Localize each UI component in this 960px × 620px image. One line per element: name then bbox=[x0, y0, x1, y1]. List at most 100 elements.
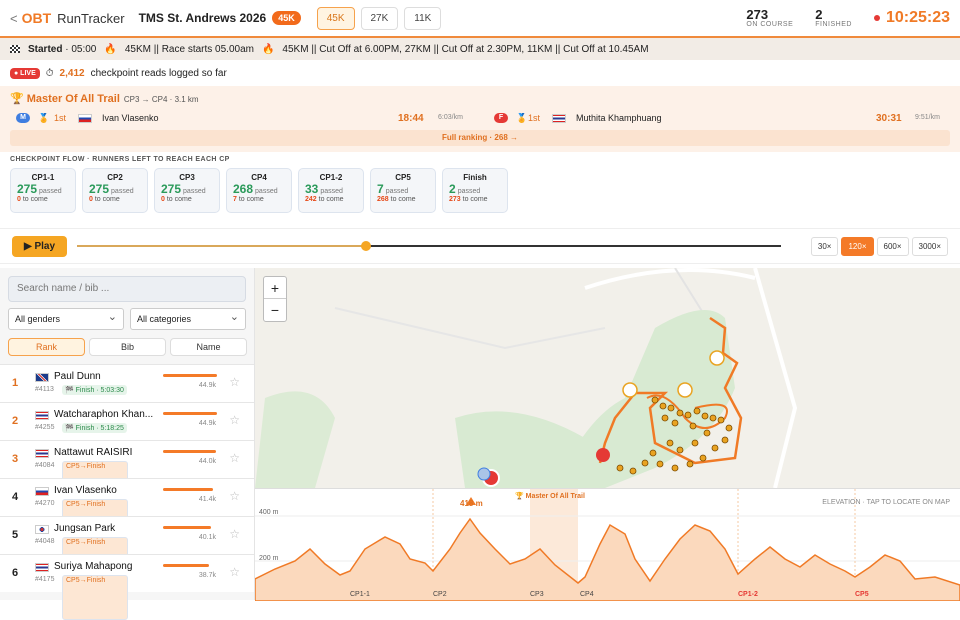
speed-30x[interactable]: 30× bbox=[810, 236, 839, 256]
checkpoint-name: CP1-2 bbox=[319, 173, 343, 182]
checkpoint-name: CP2 bbox=[107, 173, 123, 182]
elevation-profile[interactable]: ELEVATION · TAP TO LOCATE ON MAP 400 m 2… bbox=[255, 488, 960, 601]
flag-icon bbox=[35, 487, 49, 496]
event-title: TMS St. Andrews 2026 bbox=[138, 11, 267, 25]
speed-600x[interactable]: 600× bbox=[876, 236, 909, 256]
male-leader-pace: 6:03/km bbox=[438, 114, 463, 121]
search-input[interactable]: Search name / bib ... bbox=[8, 276, 246, 302]
runner-distance: 44.9k bbox=[198, 382, 216, 389]
reads-count: 2,412 bbox=[59, 67, 85, 79]
favorite-star-icon[interactable]: ☆ bbox=[229, 413, 240, 427]
checkpoint-card[interactable]: CP5 7 passed 268 to come bbox=[370, 168, 436, 213]
tab-11k[interactable]: 11K bbox=[404, 6, 442, 30]
master-segment: CP3 → CP4 · 3.1 km bbox=[123, 95, 199, 104]
runner-bib: #4084 bbox=[35, 462, 55, 469]
sort-bib-button[interactable]: Bib bbox=[89, 338, 166, 356]
favorite-star-icon[interactable]: ☆ bbox=[229, 451, 240, 465]
runner-distance: 38.7k bbox=[198, 572, 216, 579]
runner-name: Jungsan Park bbox=[54, 523, 116, 534]
play-button[interactable]: ▶ Play bbox=[12, 235, 68, 257]
runner-status-tag: 🏁 Finish · 5:03:30 bbox=[62, 385, 127, 395]
runner-name: Watcharaphon Khan... bbox=[54, 409, 154, 420]
runner-progress-bar bbox=[163, 488, 213, 491]
live-dot-icon bbox=[873, 15, 880, 21]
checkpoint-flow-title: CHECKPOINT FLOW · RUNNERS LEFT TO REACH … bbox=[10, 156, 230, 163]
elevation-hint: ELEVATION · TAP TO LOCATE ON MAP bbox=[822, 499, 950, 506]
checkpoint-card[interactable]: CP2 275 passed 0 to come bbox=[82, 168, 148, 213]
female-leader-name: Muthita Khamphuang bbox=[576, 113, 662, 123]
runner-distance: 41.4k bbox=[198, 496, 216, 503]
speed-3000x[interactable]: 3000× bbox=[911, 236, 948, 256]
master-title: Master Of All Trail bbox=[26, 93, 120, 105]
favorite-star-icon[interactable]: ☆ bbox=[229, 565, 240, 579]
zoom-in-button[interactable]: + bbox=[264, 277, 286, 299]
event-distance-badge: 45K bbox=[272, 11, 301, 25]
top-bar: < O BT RunTracker TMS St. Andrews 2026 45… bbox=[0, 0, 960, 38]
cp-label-cp1-2: CP1-2 bbox=[738, 591, 758, 598]
runner-row[interactable]: 6 Suriya Mahapong #4175 CP5→Finish 38.7k… bbox=[0, 554, 254, 620]
runner-row[interactable]: 1 Paul Dunn #4113 🏁 Finish · 5:03:30 44.… bbox=[0, 364, 254, 402]
trophy-icon: 🏆 bbox=[10, 93, 24, 105]
medal-icon: 🏅 bbox=[516, 112, 528, 123]
sort-rank-button[interactable]: Rank bbox=[8, 338, 85, 356]
favorite-star-icon[interactable]: ☆ bbox=[229, 527, 240, 541]
cp-label-cp5: CP5 bbox=[855, 591, 869, 598]
runner-row[interactable]: 5 Jungsan Park #4048 CP5→Finish 40.1k ☆ bbox=[0, 516, 254, 582]
category-select[interactable]: All categories bbox=[130, 308, 246, 330]
runner-row[interactable]: 4 Ivan Vlasenko #4270 CP5→Finish 41.4k ☆ bbox=[0, 478, 254, 544]
female-leader-pace: 9:51/km bbox=[915, 114, 940, 121]
gender-select[interactable]: All genders bbox=[8, 308, 124, 330]
cp-label-cp4: CP4 bbox=[580, 591, 594, 598]
favorite-star-icon[interactable]: ☆ bbox=[229, 489, 240, 503]
master-segment-label: 🏆 Master Of All Trail bbox=[515, 493, 585, 500]
checkpoint-to-come: 242 to come bbox=[305, 196, 344, 203]
runner-row[interactable]: 3 Nattawut RAISIRI #4084 CP5→Finish 44.0… bbox=[0, 440, 254, 506]
on-course-stat: 273 ON COURSE bbox=[746, 7, 794, 28]
checkpoint-name: CP4 bbox=[251, 173, 267, 182]
checkpoint-card[interactable]: CP3 275 passed 0 to come bbox=[154, 168, 220, 213]
full-ranking-link[interactable]: Full ranking · 268 → bbox=[10, 130, 950, 146]
favorite-star-icon[interactable]: ☆ bbox=[229, 375, 240, 389]
runner-distance: 44.0k bbox=[198, 458, 216, 465]
checkpoint-flow: CHECKPOINT FLOW · RUNNERS LEFT TO REACH … bbox=[0, 152, 960, 228]
runner-status-tag: 🏁 Finish · 5:18:25 bbox=[62, 423, 127, 433]
flag-icon bbox=[552, 113, 566, 123]
playback-bar: ▶ Play 30× 120× 600× 3000× bbox=[0, 228, 960, 264]
checkpoint-passed: 33 passed bbox=[305, 182, 343, 196]
live-badge: ● LIVE bbox=[10, 67, 40, 79]
checkpoint-to-come: 268 to come bbox=[377, 196, 416, 203]
tab-27k[interactable]: 27K bbox=[360, 6, 399, 30]
flag-icon bbox=[78, 113, 92, 123]
runner-name: Suriya Mahapong bbox=[54, 561, 133, 572]
runner-list-panel: Search name / bib ... All genders All ca… bbox=[0, 268, 255, 620]
checkpoint-passed: 275 passed bbox=[17, 182, 62, 196]
runner-rank: 4 bbox=[12, 491, 19, 503]
fire-icon: 🔥 bbox=[261, 43, 275, 55]
flag-icon bbox=[35, 449, 49, 458]
runner-row[interactable]: 2 Watcharaphon Khan... #4255 🏁 Finish · … bbox=[0, 402, 254, 440]
timeline-slider[interactable] bbox=[77, 241, 782, 251]
male-leader-name: Ivan Vlasenko bbox=[102, 113, 159, 123]
runner-name: Nattawut RAISIRI bbox=[54, 447, 133, 458]
stopwatch-icon: ⏱ bbox=[45, 67, 54, 79]
timeline-handle[interactable] bbox=[360, 241, 371, 251]
checkered-flag-icon bbox=[10, 45, 20, 53]
runner-progress-bar bbox=[163, 526, 211, 529]
live-reads: ● LIVE ⏱ 2,412 checkpoint reads logged s… bbox=[0, 60, 960, 86]
race-clock: 10:25:23 bbox=[873, 9, 950, 27]
back-icon[interactable]: < bbox=[10, 11, 18, 26]
runner-name: Ivan Vlasenko bbox=[54, 485, 117, 496]
cp-label-cp1-1: CP1-1 bbox=[350, 591, 370, 598]
speed-120x[interactable]: 120× bbox=[841, 236, 874, 256]
course-map[interactable] bbox=[255, 268, 960, 488]
checkpoint-card[interactable]: CP4 268 passed 7 to come bbox=[226, 168, 292, 213]
peak-label: 418 m bbox=[460, 499, 483, 508]
sort-name-button[interactable]: Name bbox=[170, 338, 247, 356]
logo-text: BT bbox=[32, 10, 52, 26]
zoom-out-button[interactable]: − bbox=[264, 299, 286, 321]
checkpoint-card[interactable]: CP1-1 275 passed 0 to come bbox=[10, 168, 76, 213]
tab-45k[interactable]: 45K bbox=[316, 6, 355, 30]
checkpoint-card[interactable]: Finish 2 passed 273 to come bbox=[442, 168, 508, 213]
checkpoint-to-come: 7 to come bbox=[233, 196, 264, 203]
checkpoint-card[interactable]: CP1-2 33 passed 242 to come bbox=[298, 168, 364, 213]
